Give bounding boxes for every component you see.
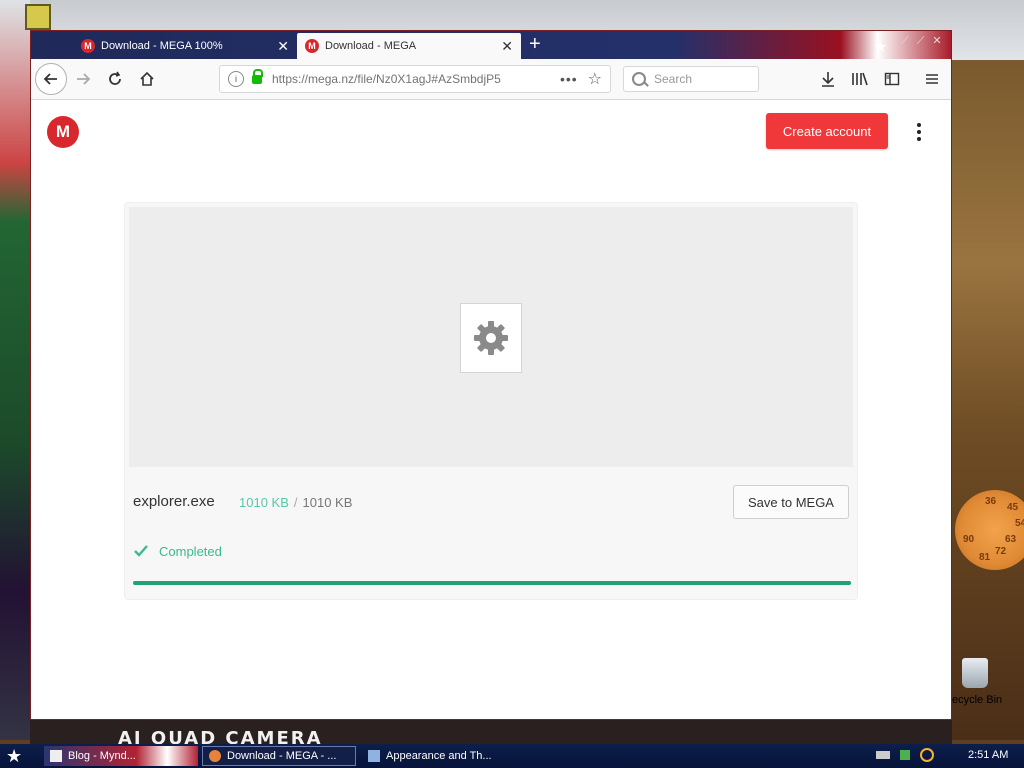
- url-text[interactable]: https://mega.nz/file/Nz0X1agJ#AzSmbdjP5: [272, 72, 560, 86]
- download-card: explorer.exe 1010 KB / 1010 KB Save to MEG…: [124, 202, 858, 600]
- hamburger-icon: [926, 74, 938, 84]
- browser-window: M Download - MEGA 100% ✕ M Download - ME…: [30, 30, 952, 720]
- forward-arrow-icon: [77, 73, 91, 85]
- forward-button[interactable]: [69, 65, 97, 93]
- reload-icon: [109, 71, 121, 85]
- download-icon: [822, 72, 834, 87]
- mega-page: M Create account explorer.exe 1010 KB / …: [31, 100, 951, 719]
- taskbar-item-label: Blog - Mynd...: [68, 750, 136, 762]
- create-account-button[interactable]: Create account: [766, 113, 888, 149]
- flag-star-icon: ★: [873, 39, 888, 56]
- taskbar: ★ Blog - Mynd... Download - MEGA - ... A…: [0, 744, 1024, 768]
- dart-number: 72: [995, 546, 1007, 557]
- control-panel-icon: [368, 750, 380, 762]
- taskbar-item-appearance[interactable]: Appearance and Th...: [362, 746, 532, 766]
- progress-fill: [133, 581, 851, 585]
- mega-favicon-icon: M: [305, 39, 319, 53]
- progress-bar: [133, 581, 851, 585]
- navigation-toolbar: i https://mega.nz/file/Nz0X1agJ#AzSmbdjP…: [31, 59, 951, 100]
- firefox-icon: [209, 750, 221, 762]
- dart-number: 36: [985, 496, 997, 507]
- taskbar-item-label: Download - MEGA - ...: [227, 750, 337, 762]
- page-actions-icon[interactable]: •••: [560, 71, 578, 87]
- info-icon[interactable]: i: [228, 71, 244, 87]
- taskbar-item-blog[interactable]: Blog - Mynd...: [44, 746, 198, 766]
- recycle-bin-label: ecycle Bin: [952, 694, 1003, 706]
- sidebar-icon: [884, 72, 900, 86]
- file-info-row: explorer.exe 1010 KB / 1010 KB Save to MEG…: [133, 485, 851, 525]
- search-placeholder: Search: [654, 72, 693, 86]
- close-tab-icon[interactable]: ✕: [277, 38, 289, 55]
- taskbar-item-label: Appearance and Th...: [386, 750, 492, 762]
- tab-title: Download - MEGA 100%: [101, 40, 223, 52]
- sidebar-button[interactable]: [881, 67, 903, 91]
- search-input[interactable]: Search: [623, 66, 759, 92]
- tab-download-mega[interactable]: M Download - MEGA ✕: [297, 33, 521, 59]
- total-size: 1010 KB: [302, 495, 353, 510]
- library-button[interactable]: [849, 67, 871, 91]
- bookmark-star-icon[interactable]: ☆: [588, 69, 602, 89]
- close-tab-icon[interactable]: ✕: [501, 38, 513, 55]
- download-status: Completed: [133, 543, 222, 559]
- dart-number: 54: [1015, 518, 1024, 529]
- system-tray: [876, 748, 934, 762]
- tab-strip: M Download - MEGA 100% ✕ M Download - ME…: [31, 31, 951, 59]
- taskbar-item-download-mega[interactable]: Download - MEGA - ...: [202, 746, 356, 766]
- menu-button[interactable]: [921, 67, 943, 91]
- recycle-bin-icon[interactable]: [962, 658, 988, 688]
- checkmark-icon: [134, 545, 148, 557]
- downloaded-size: 1010 KB: [239, 495, 289, 510]
- home-button[interactable]: [133, 65, 161, 93]
- lock-icon: [252, 68, 263, 84]
- file-size: 1010 KB / 1010 KB: [239, 495, 352, 510]
- dart-number: 81: [979, 552, 991, 563]
- desktop-right-strip: [952, 60, 1024, 740]
- dart-number: 90: [963, 534, 975, 545]
- window-controls[interactable]: ⟋⟋✕: [901, 34, 950, 48]
- tab-title: Download - MEGA: [325, 40, 417, 52]
- tab-download-mega-100[interactable]: M Download - MEGA 100% ✕: [73, 33, 297, 59]
- status-text: Completed: [159, 543, 222, 559]
- search-icon: [632, 72, 646, 86]
- dart-number: 63: [1005, 534, 1017, 545]
- home-icon: [140, 71, 154, 86]
- desktop-left-strip: [0, 0, 30, 740]
- mega-logo[interactable]: M: [47, 116, 79, 148]
- back-arrow-icon: [43, 73, 57, 85]
- save-to-mega-button[interactable]: Save to MEGA: [733, 485, 849, 519]
- network-icon[interactable]: [900, 750, 910, 760]
- file-preview-area: [129, 207, 853, 467]
- mega-favicon-icon: M: [81, 39, 95, 53]
- gear-icon: [474, 321, 508, 355]
- downloads-button[interactable]: [817, 67, 839, 91]
- back-button[interactable]: [35, 63, 67, 95]
- file-name: explorer.exe: [133, 493, 215, 510]
- desktop-shortcut-icon[interactable]: [25, 4, 51, 30]
- library-icon: [852, 72, 868, 86]
- new-tab-button[interactable]: +: [529, 33, 541, 55]
- file-type-tile: [460, 303, 522, 373]
- size-separator: /: [293, 495, 298, 510]
- clock[interactable]: 2:51 AM: [968, 749, 1008, 761]
- address-bar[interactable]: i https://mega.nz/file/Nz0X1agJ#AzSmbdjP…: [219, 65, 611, 93]
- keyboard-icon[interactable]: [876, 751, 890, 759]
- search-tray-icon[interactable]: [920, 748, 934, 762]
- more-options-icon[interactable]: [911, 120, 927, 144]
- app-icon: [50, 750, 62, 762]
- start-star-icon[interactable]: ★: [6, 746, 22, 767]
- reload-button[interactable]: [101, 65, 129, 93]
- dart-number: 45: [1007, 502, 1019, 513]
